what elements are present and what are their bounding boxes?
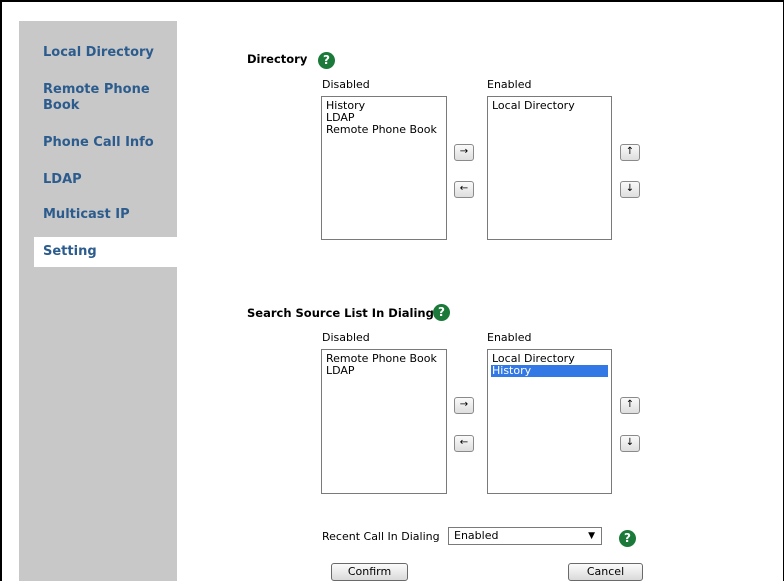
sidebar-item-local-directory[interactable]: Local Directory xyxy=(43,45,154,61)
confirm-button[interactable]: Confirm xyxy=(331,563,408,581)
search-enabled-label: Enabled xyxy=(487,331,532,344)
move-down-button[interactable]: ↓ xyxy=(620,181,640,198)
sidebar-item-label: Setting xyxy=(43,244,97,259)
directory-disabled-label: Disabled xyxy=(322,78,370,91)
sidebar: Local Directory Remote Phone Book Phone … xyxy=(19,21,177,581)
move-right-button[interactable]: → xyxy=(454,397,474,414)
directory-title: Directory xyxy=(247,52,308,66)
search-disabled-list[interactable]: Remote Phone Book LDAP xyxy=(321,349,447,494)
recent-call-select[interactable]: Enabled ▼ xyxy=(448,527,602,545)
help-icon[interactable]: ? xyxy=(318,52,335,69)
sidebar-item-setting[interactable]: Setting xyxy=(34,237,185,267)
move-left-button[interactable]: ← xyxy=(454,181,474,198)
directory-disabled-list[interactable]: History LDAP Remote Phone Book xyxy=(321,96,447,240)
list-item[interactable]: Local Directory xyxy=(491,100,608,112)
search-source-title: Search Source List In Dialing xyxy=(247,306,434,320)
sidebar-item-remote-phone-book[interactable]: Remote Phone Book xyxy=(43,82,163,114)
list-item[interactable]: LDAP xyxy=(325,365,443,377)
chevron-down-icon: ▼ xyxy=(588,531,595,541)
move-down-button[interactable]: ↓ xyxy=(620,435,640,452)
help-icon[interactable]: ? xyxy=(433,304,450,321)
search-enabled-list[interactable]: Local Directory History xyxy=(487,349,612,494)
help-icon[interactable]: ? xyxy=(619,530,636,547)
recent-call-value: Enabled xyxy=(454,529,499,542)
sidebar-item-ldap[interactable]: LDAP xyxy=(43,172,82,188)
move-right-button[interactable]: → xyxy=(454,144,474,161)
recent-call-label: Recent Call In Dialing xyxy=(322,530,440,543)
directory-enabled-list[interactable]: Local Directory xyxy=(487,96,612,240)
list-item[interactable]: Remote Phone Book xyxy=(325,124,443,136)
list-item-selected[interactable]: History xyxy=(491,365,608,377)
directory-enabled-label: Enabled xyxy=(487,78,532,91)
move-up-button[interactable]: ↑ xyxy=(620,397,640,414)
sidebar-item-multicast-ip[interactable]: Multicast IP xyxy=(43,207,130,223)
sidebar-item-phone-call-info[interactable]: Phone Call Info xyxy=(43,135,154,151)
search-disabled-label: Disabled xyxy=(322,331,370,344)
move-left-button[interactable]: ← xyxy=(454,435,474,452)
move-up-button[interactable]: ↑ xyxy=(620,144,640,161)
cancel-button[interactable]: Cancel xyxy=(568,563,643,581)
